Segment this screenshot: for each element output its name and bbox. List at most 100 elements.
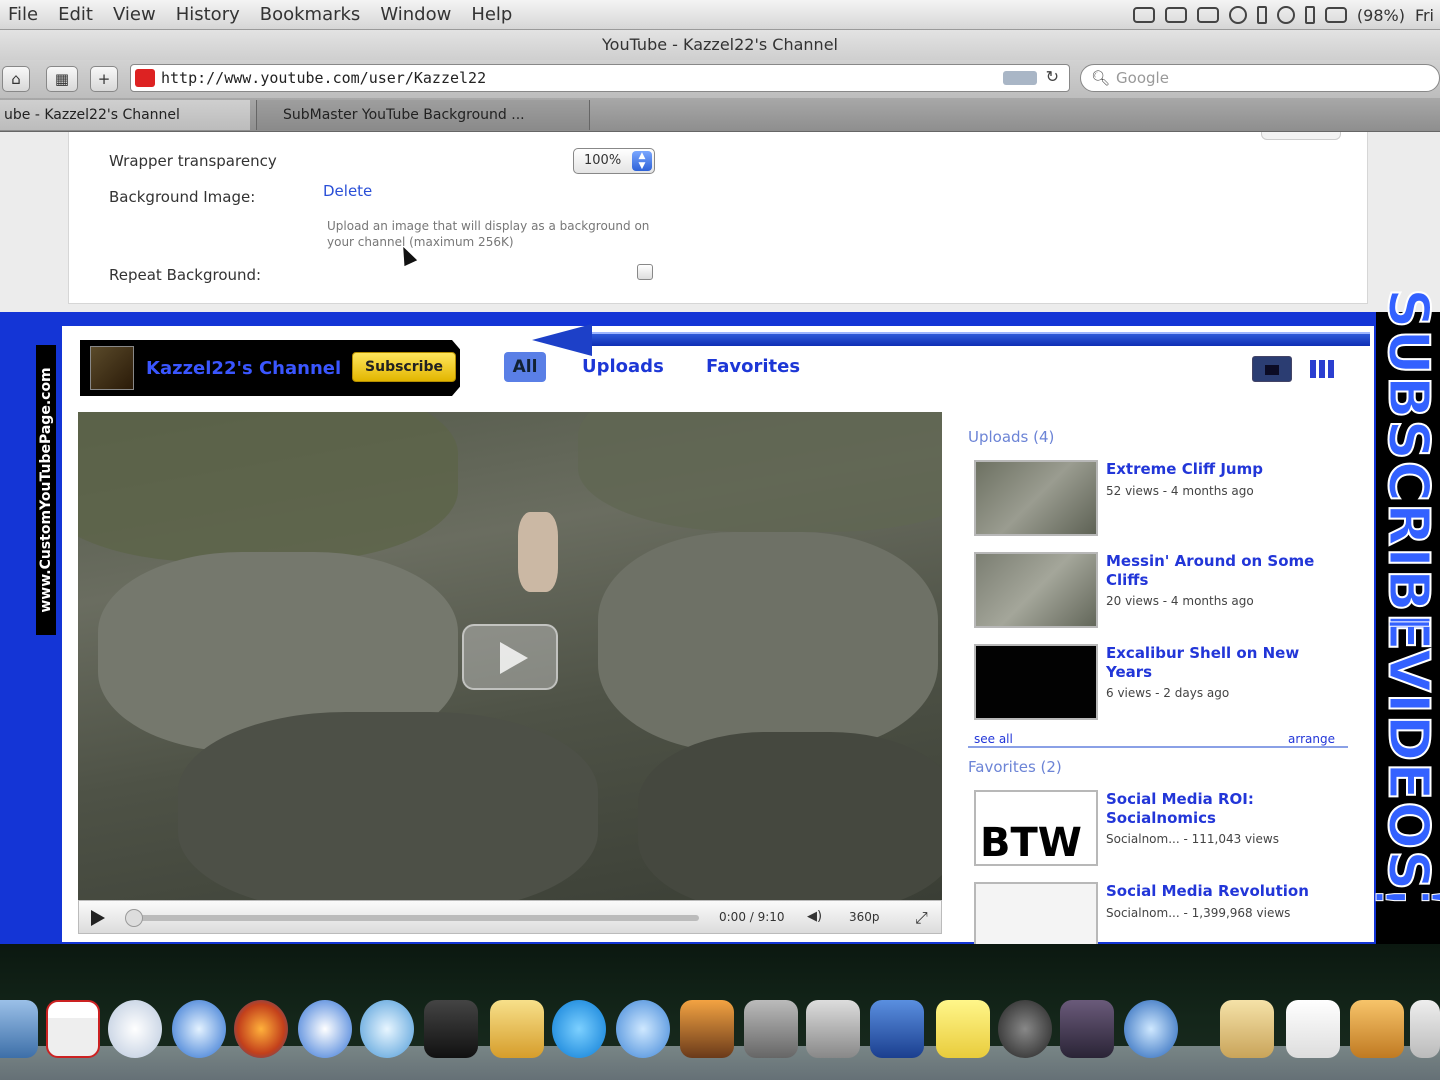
itunes-icon[interactable] bbox=[360, 1000, 414, 1058]
arrange-link[interactable]: arrange bbox=[1288, 732, 1335, 746]
youtube-favicon-icon bbox=[135, 69, 155, 87]
address-book-icon[interactable] bbox=[108, 1000, 162, 1058]
menubar-clock[interactable]: Fri bbox=[1415, 6, 1434, 25]
google-earth-icon[interactable] bbox=[298, 1000, 352, 1058]
video-title[interactable]: Messin' Around on Some Cliffs bbox=[1106, 552, 1346, 590]
wrapper-transparency-value: 100% bbox=[584, 153, 622, 168]
upload-item[interactable]: Excalibur Shell on New Years 6 views - 2… bbox=[974, 644, 1354, 724]
trash-icon[interactable] bbox=[1410, 1000, 1440, 1058]
tab-submaster[interactable]: SubMaster YouTube Background ... bbox=[256, 100, 590, 130]
tab-all[interactable]: All bbox=[504, 352, 546, 382]
menu-bookmarks[interactable]: Bookmarks bbox=[260, 4, 361, 25]
imovie-star-icon[interactable] bbox=[744, 1000, 798, 1058]
home-button[interactable]: ⌂ bbox=[2, 66, 30, 92]
channel-wrapper: Kazzel22's Channel Subscribe All Uploads… bbox=[62, 326, 1374, 958]
volume-icon[interactable]: ◀) bbox=[807, 909, 822, 924]
window-title: YouTube - Kazzel22's Channel bbox=[0, 30, 1440, 60]
imovie-icon[interactable] bbox=[806, 1000, 860, 1058]
video-title[interactable]: Excalibur Shell on New Years bbox=[1106, 644, 1346, 682]
fullscreen-icon[interactable]: ⤢ bbox=[915, 908, 928, 928]
video-title[interactable]: Social Media Revolution bbox=[1106, 882, 1346, 901]
menu-window[interactable]: Window bbox=[380, 4, 451, 25]
folder-icon[interactable] bbox=[1220, 1000, 1274, 1058]
panel-top-button[interactable] bbox=[1261, 132, 1341, 140]
tab-youtube-channel[interactable]: ube - Kazzel22's Channel bbox=[0, 100, 250, 130]
ical-icon[interactable] bbox=[46, 1000, 100, 1058]
package-icon[interactable] bbox=[1350, 1000, 1404, 1058]
printer-icon[interactable] bbox=[1164, 7, 1187, 23]
menu-help[interactable]: Help bbox=[471, 4, 512, 25]
screen-record-icon[interactable] bbox=[1132, 7, 1155, 23]
document-icon[interactable] bbox=[1286, 1000, 1340, 1058]
player-controls: 0:00 / 9:10 ◀) 360p ⤢ bbox=[78, 900, 942, 934]
safari-icon[interactable] bbox=[172, 1000, 226, 1058]
finder-icon[interactable] bbox=[0, 1000, 38, 1058]
quality-select[interactable]: 360p bbox=[849, 910, 880, 924]
repeat-background-checkbox[interactable] bbox=[637, 264, 653, 280]
grid-view-icon[interactable] bbox=[1310, 360, 1336, 378]
btw-thumbnail-text: BTW bbox=[980, 820, 1082, 866]
delete-background-link[interactable]: Delete bbox=[323, 182, 372, 200]
sync-icon[interactable] bbox=[1196, 7, 1219, 23]
quicktime-icon[interactable] bbox=[1124, 1000, 1178, 1058]
search-icon: 🔍︎ bbox=[1091, 69, 1111, 87]
wifi-icon[interactable] bbox=[1276, 6, 1295, 24]
search-field[interactable]: 🔍︎ Google bbox=[1080, 64, 1440, 92]
upload-item[interactable]: Messin' Around on Some Cliffs 20 views -… bbox=[974, 552, 1354, 632]
menu-edit[interactable]: Edit bbox=[58, 4, 93, 25]
final-cut-icon[interactable] bbox=[870, 1000, 924, 1058]
menu-view[interactable]: View bbox=[113, 4, 156, 25]
play-overlay-icon[interactable] bbox=[462, 624, 558, 690]
video-title[interactable]: Extreme Cliff Jump bbox=[1106, 460, 1346, 479]
video-title[interactable]: Social Media ROI: Socialnomics bbox=[1106, 790, 1346, 828]
stickies-icon[interactable] bbox=[936, 1000, 990, 1058]
firefox-icon[interactable] bbox=[234, 1000, 288, 1058]
video-player[interactable] bbox=[78, 412, 942, 900]
url-text[interactable]: http://www.youtube.com/user/Kazzel22 bbox=[161, 69, 486, 87]
uploads-header[interactable]: Uploads (4) bbox=[968, 428, 1054, 446]
channel-avatar[interactable] bbox=[90, 346, 134, 390]
see-all-link[interactable]: see all bbox=[974, 732, 1013, 746]
battery-icon[interactable] bbox=[1324, 7, 1347, 23]
subscribe-button[interactable]: Subscribe bbox=[352, 352, 456, 382]
ichat-icon[interactable] bbox=[616, 1000, 670, 1058]
reload-icon[interactable]: ↻ bbox=[1046, 67, 1059, 86]
upload-item[interactable]: Extreme Cliff Jump 52 views - 4 months a… bbox=[974, 460, 1354, 540]
skype-icon[interactable] bbox=[552, 1000, 606, 1058]
iphoto-icon[interactable] bbox=[680, 1000, 734, 1058]
channel-name: Kazzel22's Channel bbox=[146, 358, 342, 379]
background-image-label: Background Image: bbox=[109, 188, 256, 206]
utility-app-icon[interactable] bbox=[1060, 1000, 1114, 1058]
tab-uploads[interactable]: Uploads bbox=[582, 356, 664, 377]
play-icon[interactable] bbox=[91, 910, 105, 926]
person-figure bbox=[518, 512, 558, 592]
add-bookmark-button[interactable]: + bbox=[90, 66, 118, 92]
volume-icon[interactable] bbox=[1304, 6, 1315, 24]
progress-knob[interactable] bbox=[125, 909, 143, 927]
notes-app-icon[interactable] bbox=[490, 1000, 544, 1058]
rock-shape bbox=[598, 532, 938, 752]
wrapper-transparency-select[interactable]: 100% ▲ ▼ bbox=[573, 148, 655, 174]
address-bar[interactable]: http://www.youtube.com/user/Kazzel22 ↻ bbox=[130, 64, 1070, 92]
video-app-icon[interactable] bbox=[424, 1000, 478, 1058]
menu-history[interactable]: History bbox=[176, 4, 240, 25]
video-thumbnail[interactable]: BTW bbox=[974, 790, 1098, 866]
bluetooth-icon[interactable] bbox=[1256, 6, 1267, 24]
favorites-header[interactable]: Favorites (2) bbox=[968, 758, 1062, 776]
menu-file[interactable]: File bbox=[8, 4, 38, 25]
show-all-bookmarks-button[interactable]: ▦ bbox=[46, 66, 78, 92]
foliage-shape bbox=[578, 412, 942, 532]
video-thumbnail[interactable] bbox=[974, 460, 1098, 536]
progress-track[interactable] bbox=[129, 915, 699, 921]
game-app-icon[interactable] bbox=[998, 1000, 1052, 1058]
video-thumbnail[interactable] bbox=[974, 644, 1098, 720]
favorite-item[interactable]: BTW Social Media ROI: Socialnomics Socia… bbox=[974, 790, 1354, 870]
player-view-button[interactable] bbox=[1252, 356, 1292, 382]
tab-favorites[interactable]: Favorites bbox=[706, 356, 800, 377]
annotation-arrow-head bbox=[532, 324, 592, 356]
rss-icon[interactable] bbox=[1003, 71, 1037, 85]
time-machine-icon[interactable] bbox=[1228, 6, 1247, 24]
foliage-shape bbox=[78, 412, 458, 562]
video-thumbnail[interactable] bbox=[974, 552, 1098, 628]
tab-bar: ube - Kazzel22's Channel SubMaster YouTu… bbox=[0, 98, 1440, 132]
